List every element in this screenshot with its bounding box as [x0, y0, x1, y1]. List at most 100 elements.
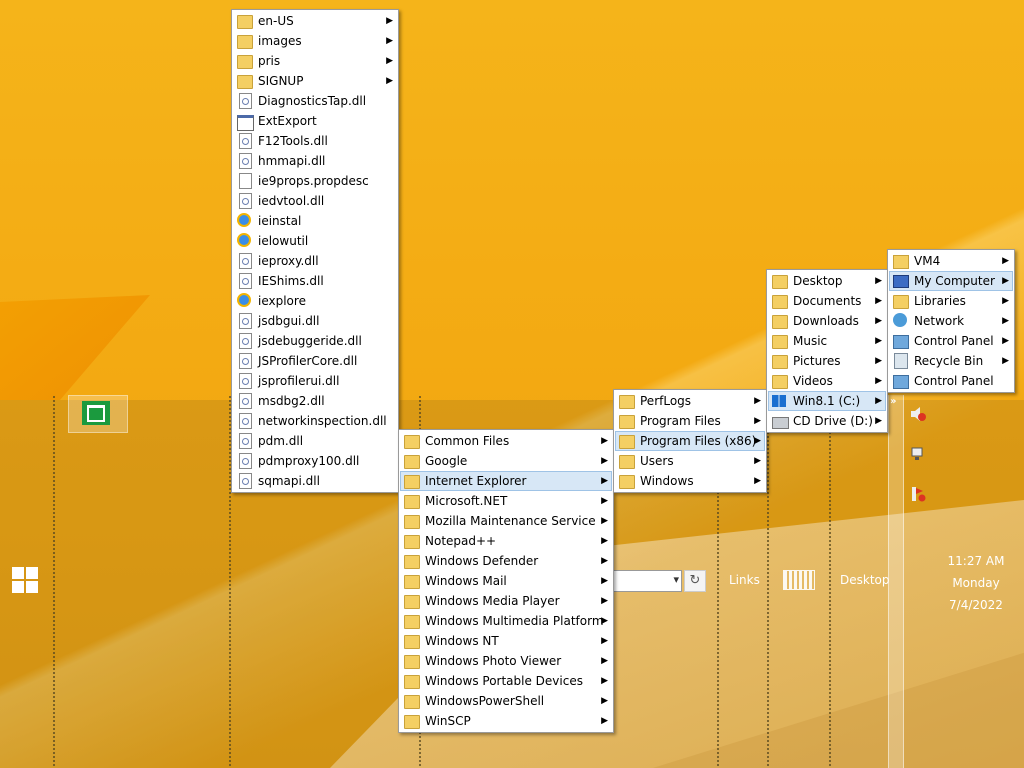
menu-item-ie9props-propdesc[interactable]: ie9props.propdesc [233, 171, 397, 191]
menu-item-pdmproxy100-dll[interactable]: pdmproxy100.dll [233, 451, 397, 471]
dll-file-icon [239, 153, 252, 169]
system-clock[interactable]: 11:27 AM Monday 7/4/2022 [940, 550, 1012, 616]
menu-item-winscp[interactable]: WinSCP ▶ [400, 711, 612, 731]
menu-item-f12tools-dll[interactable]: F12Tools.dll [233, 131, 397, 151]
menu-item-label: Control Panel [914, 374, 994, 388]
recycle-bin-icon [894, 353, 908, 369]
menu-item-perflogs[interactable]: PerfLogs ▶ [615, 391, 765, 411]
menu-item-network[interactable]: Network ▶ [889, 311, 1013, 331]
menu-item-videos[interactable]: Videos ▶ [768, 371, 886, 391]
keyboard-icon[interactable] [783, 570, 815, 590]
links-toolbar-label[interactable]: Links [729, 573, 760, 587]
toolbar-grip[interactable] [828, 395, 832, 768]
menu-item-iexplore[interactable]: iexplore [233, 291, 397, 311]
menu-item-networkinspection-dll[interactable]: networkinspection.dll [233, 411, 397, 431]
menu-item-hmmapi-dll[interactable]: hmmapi.dll [233, 151, 397, 171]
menu-item-extexport[interactable]: ExtExport [233, 111, 397, 131]
desktop-toolbar-label[interactable]: Desktop [840, 573, 890, 587]
submenu-arrow-icon: ▶ [601, 696, 608, 706]
menu-item-program-files[interactable]: Program Files ▶ [615, 411, 765, 431]
folder-icon [404, 715, 420, 729]
menu-item-label: iexplore [258, 294, 306, 308]
folder-icon [237, 55, 253, 69]
menu-item-jsprofilerui-dll[interactable]: jsprofilerui.dll [233, 371, 397, 391]
menu-item-recycle-bin[interactable]: Recycle Bin ▶ [889, 351, 1013, 371]
menu-item-iedvtool-dll[interactable]: iedvtool.dll [233, 191, 397, 211]
start-button[interactable] [12, 567, 38, 593]
menu-item-ieproxy-dll[interactable]: ieproxy.dll [233, 251, 397, 271]
submenu-arrow-icon: ▶ [754, 416, 761, 426]
menu-item-win8-1-c[interactable]: Win8.1 (C:) ▶ [768, 391, 886, 411]
network-icon[interactable] [910, 446, 926, 462]
submenu-arrow-icon: ▶ [386, 36, 393, 46]
menu-item-mozilla-maintenance-service[interactable]: Mozilla Maintenance Service ▶ [400, 511, 612, 531]
folder-icon [404, 455, 420, 469]
menu-item-notepad[interactable]: Notepad++ ▶ [400, 531, 612, 551]
menu-item-vm4[interactable]: VM4 ▶ [889, 251, 1013, 271]
menu-item-common-files[interactable]: Common Files ▶ [400, 431, 612, 451]
menu-item-windows-nt[interactable]: Windows NT ▶ [400, 631, 612, 651]
menu-item-my-computer[interactable]: My Computer ▶ [889, 271, 1013, 291]
menu-item-windowspowershell[interactable]: WindowsPowerShell ▶ [400, 691, 612, 711]
dll-file-icon [239, 133, 252, 149]
menu-item-google[interactable]: Google ▶ [400, 451, 612, 471]
menu-item-desktop[interactable]: Desktop ▶ [768, 271, 886, 291]
menu-item-windows-media-player[interactable]: Windows Media Player ▶ [400, 591, 612, 611]
toolbar-grip[interactable] [52, 395, 56, 768]
action-center-icon[interactable] [910, 486, 926, 502]
menu-item-label: Users [640, 454, 674, 468]
menu-item-jsdebuggeride-dll[interactable]: jsdebuggeride.dll [233, 331, 397, 351]
menu-item-signup[interactable]: SIGNUP ▶ [233, 71, 397, 91]
submenu-arrow-icon: ▶ [386, 76, 393, 86]
menu-item-ieinstal[interactable]: ieinstal [233, 211, 397, 231]
menu-item-documents[interactable]: Documents ▶ [768, 291, 886, 311]
menu-item-pictures[interactable]: Pictures ▶ [768, 351, 886, 371]
menu-item-windows-multimedia-platform[interactable]: Windows Multimedia Platform ▶ [400, 611, 612, 631]
menu-item-msdbg2-dll[interactable]: msdbg2.dll [233, 391, 397, 411]
menu-item-label: Windows Media Player [425, 594, 560, 608]
menu-item-pris[interactable]: pris ▶ [233, 51, 397, 71]
folder-icon [237, 75, 253, 89]
menu-item-diagnosticstap-dll[interactable]: DiagnosticsTap.dll [233, 91, 397, 111]
dll-file-icon [239, 413, 252, 429]
internet-explorer-icon [237, 293, 251, 307]
menu-item-libraries[interactable]: Libraries ▶ [889, 291, 1013, 311]
submenu-arrow-icon: ▶ [601, 456, 608, 466]
menu-item-en-us[interactable]: en-US ▶ [233, 11, 397, 31]
menu-item-program-files-x86[interactable]: Program Files (x86) ▶ [615, 431, 765, 451]
menu-item-control-panel[interactable]: Control Panel ▶ [889, 331, 1013, 351]
menu-item-windows-portable-devices[interactable]: Windows Portable Devices ▶ [400, 671, 612, 691]
menu-item-music[interactable]: Music ▶ [768, 331, 886, 351]
tray-overflow-chevron[interactable]: » [890, 396, 896, 407]
volume-muted-icon[interactable] [910, 406, 926, 422]
menu-item-ieshims-dll[interactable]: IEShims.dll [233, 271, 397, 291]
menu-item-label: WindowsPowerShell [425, 694, 545, 708]
menu-item-windows-photo-viewer[interactable]: Windows Photo Viewer ▶ [400, 651, 612, 671]
address-input[interactable]: ▾ [612, 570, 682, 592]
submenu-arrow-icon: ▶ [875, 396, 882, 406]
menu-item-microsoft-net[interactable]: Microsoft.NET ▶ [400, 491, 612, 511]
menu-item-images[interactable]: images ▶ [233, 31, 397, 51]
menu-item-internet-explorer[interactable]: Internet Explorer ▶ [400, 471, 612, 491]
menu-item-windows-mail[interactable]: Windows Mail ▶ [400, 571, 612, 591]
menu-item-downloads[interactable]: Downloads ▶ [768, 311, 886, 331]
menu-item-pdm-dll[interactable]: pdm.dll [233, 431, 397, 451]
submenu-arrow-icon: ▶ [601, 616, 608, 626]
menu-item-ielowutil[interactable]: ielowutil [233, 231, 397, 251]
submenu-arrow-icon: ▶ [875, 276, 882, 286]
submenu-arrow-icon: ▶ [1002, 296, 1009, 306]
submenu-arrow-icon: ▶ [601, 516, 608, 526]
refresh-button[interactable]: ↻ [684, 570, 706, 592]
menu-item-windows[interactable]: Windows ▶ [615, 471, 765, 491]
folder-icon [404, 435, 420, 449]
menu-item-sqmapi-dll[interactable]: sqmapi.dll [233, 471, 397, 491]
chevron-down-icon[interactable]: ▾ [673, 573, 679, 586]
menu-item-cd-drive-d[interactable]: CD Drive (D:) ▶ [768, 411, 886, 431]
menu-item-users[interactable]: Users ▶ [615, 451, 765, 471]
menu-item-label: pdm.dll [258, 434, 304, 448]
menu-item-jsdbgui-dll[interactable]: jsdbgui.dll [233, 311, 397, 331]
menu-item-label: Windows NT [425, 634, 499, 648]
menu-item-control-panel[interactable]: Control Panel [889, 371, 1013, 391]
menu-item-windows-defender[interactable]: Windows Defender ▶ [400, 551, 612, 571]
menu-item-jsprofilercore-dll[interactable]: JSProfilerCore.dll [233, 351, 397, 371]
